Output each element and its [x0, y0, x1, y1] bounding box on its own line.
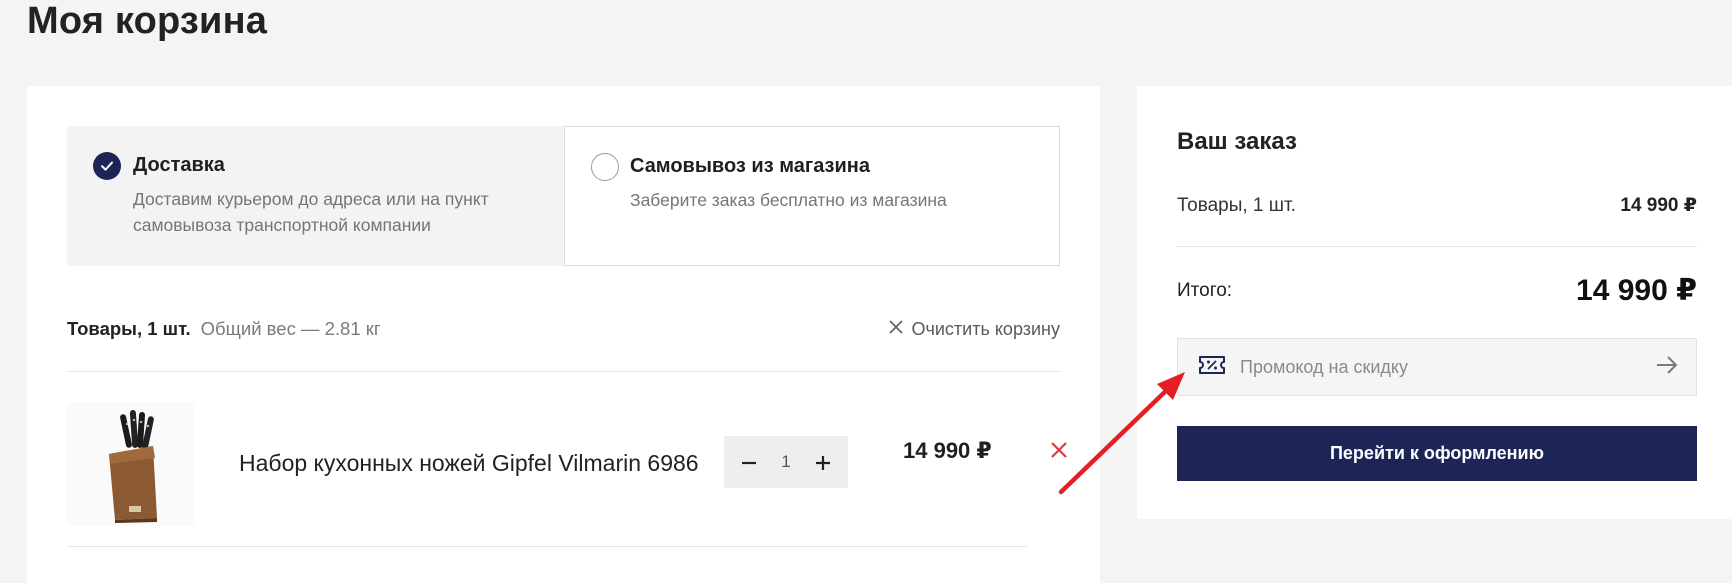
total-row: Итого: 14 990 ₽ [1177, 273, 1697, 308]
decrease-quantity-button[interactable] [738, 447, 760, 478]
total-label: Итого: [1177, 279, 1233, 301]
remove-icon [1051, 442, 1067, 458]
clear-cart-button[interactable]: Очистить корзину [888, 318, 1061, 340]
order-summary-panel: Ваш заказ Товары, 1 шт. 14 990 ₽ Итого: … [1137, 86, 1732, 519]
checkout-button[interactable]: Перейти к оформлению [1177, 426, 1697, 481]
items-count: Товары, 1 шт. [67, 318, 191, 339]
radio-checked-icon[interactable] [93, 152, 121, 180]
promo-code-input[interactable] [1240, 356, 1656, 378]
delivery-option-courier[interactable]: Доставка Доставим курьером до адреса или… [67, 126, 564, 266]
product-image[interactable] [67, 402, 195, 526]
radio-unchecked-icon[interactable] [591, 153, 619, 181]
clear-cart-label: Очистить корзину [911, 318, 1061, 339]
product-name[interactable]: Набор кухонных ножей Gipfel Vilmarin 698… [239, 450, 699, 477]
divider [67, 371, 1060, 372]
goods-summary-row: Товары, 1 шт. 14 990 ₽ [1177, 194, 1697, 217]
cart-panel: Доставка Доставим курьером до адреса или… [27, 86, 1100, 583]
order-title: Ваш заказ [1177, 128, 1297, 155]
delivery-option-title: Самовывоз из магазина [630, 155, 870, 177]
cart-item: Набор кухонных ножей Gipfel Vilmarin 698… [67, 402, 1067, 526]
increase-quantity-button[interactable] [812, 447, 834, 478]
delivery-method-selector: Доставка Доставим курьером до адреса или… [67, 126, 1060, 266]
delivery-option-description: Доставим курьером до адреса или на пункт… [133, 189, 489, 235]
arrow-right-icon[interactable] [1656, 355, 1678, 380]
divider [67, 546, 1027, 547]
quantity-value[interactable]: 1 [781, 452, 790, 472]
quantity-stepper: 1 [724, 436, 848, 488]
cart-items-header: Товары, 1 шт. Общий вес — 2.81 кг Очисти… [67, 318, 1060, 340]
delivery-option-pickup[interactable]: Самовывоз из магазина Заберите заказ бес… [564, 126, 1060, 266]
delivery-option-description: Заберите заказ бесплатно из магазина [630, 190, 947, 210]
remove-item-button[interactable] [1049, 440, 1073, 464]
product-price: 14 990 ₽ [903, 438, 992, 463]
total-value: 14 990 ₽ [1576, 274, 1697, 307]
divider [1177, 246, 1697, 247]
coupon-icon [1198, 354, 1226, 381]
total-weight: Общий вес — 2.81 кг [200, 318, 381, 339]
delivery-option-title: Доставка [133, 154, 225, 176]
promo-code-field [1177, 338, 1697, 396]
goods-value: 14 990 ₽ [1620, 195, 1697, 216]
close-icon [888, 319, 904, 340]
goods-label: Товары, 1 шт. [1177, 194, 1296, 216]
page-title: Моя корзина [27, 0, 268, 42]
